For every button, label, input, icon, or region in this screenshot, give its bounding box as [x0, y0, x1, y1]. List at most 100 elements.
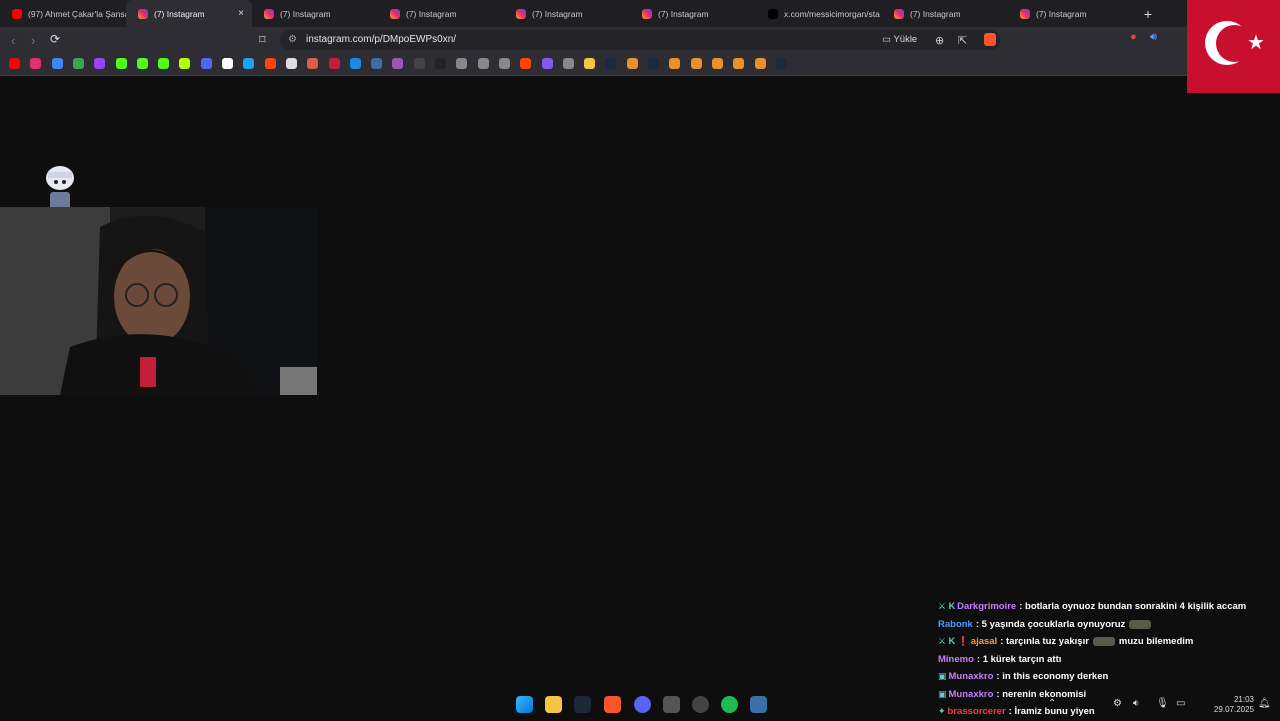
instagram-icon — [516, 8, 526, 19]
bookmark-icon[interactable]: ⌑ — [259, 32, 266, 48]
chat-username: Minemo — [938, 653, 974, 665]
instagram-icon — [642, 8, 652, 19]
zoom-icon[interactable]: ⊕ — [935, 34, 944, 47]
file-explorer-icon[interactable] — [545, 696, 562, 713]
bookmark-favicon-icon[interactable] — [584, 58, 596, 69]
mic-icon[interactable]: 🎙︎ — [1156, 698, 1169, 709]
browser-tab[interactable]: x.com/messicimorgan/sta — [756, 0, 882, 27]
close-tab-icon[interactable]: × — [238, 8, 244, 19]
bookmark-favicon-icon[interactable] — [94, 58, 106, 69]
bookmark-favicon-icon[interactable] — [30, 58, 42, 69]
bookmark-favicon-icon[interactable] — [498, 58, 510, 69]
bookmark-favicon-icon[interactable] — [477, 58, 489, 69]
bookmark-favicon-icon[interactable] — [136, 58, 148, 69]
browser-tab[interactable]: (7) Instagram — [1008, 0, 1134, 27]
chat-badge-icon: ⚔ K ❗ — [938, 636, 969, 647]
new-tab-button[interactable]: + — [1138, 6, 1158, 22]
browser-tab[interactable]: (7) Instagram — [378, 0, 504, 27]
volume-icon[interactable]: 🔉︎ — [1133, 698, 1139, 709]
bookmark-favicon-icon[interactable] — [413, 58, 425, 69]
bookmark-favicon-icon[interactable] — [605, 58, 617, 69]
browser-tab[interactable]: (97) Ahmet Çakar'la Şansa — [0, 0, 126, 27]
bookmark-favicon-icon[interactable] — [690, 58, 702, 69]
obs-icon[interactable] — [692, 696, 709, 713]
chat-username: Munaxkro — [948, 671, 994, 683]
chat-username: Rabonk — [938, 618, 973, 630]
browser-tab[interactable]: (7) Instagram — [504, 0, 630, 27]
chat-emote-icon — [1092, 637, 1115, 647]
browser-tab[interactable]: (7) Instagram × — [126, 0, 252, 27]
bookmark-favicon-icon[interactable] — [435, 58, 446, 69]
share-icon[interactable]: ⇱ — [958, 34, 967, 47]
windows-start-icon[interactable] — [516, 696, 533, 713]
app-icon[interactable] — [663, 696, 680, 713]
bookmark-favicon-icon[interactable] — [733, 58, 745, 69]
bookmark-favicon-icon[interactable] — [264, 58, 276, 69]
chat-text: : tarçınla tuz yakışır — [1000, 636, 1089, 648]
spotify-icon[interactable] — [721, 696, 738, 713]
browser-tab[interactable]: (7) Instagram — [882, 0, 1008, 27]
audio-icon[interactable]: 🔊︎ — [1150, 31, 1157, 44]
bookmark-favicon-icon[interactable] — [349, 58, 361, 69]
bookmark-favicon-icon[interactable] — [222, 58, 233, 69]
install-button[interactable]: ▭ Yükle — [882, 34, 917, 45]
bookmark-favicon-icon[interactable] — [158, 58, 170, 69]
bookmark-favicon-icon[interactable] — [392, 58, 404, 69]
bookmark-favicon-icon[interactable] — [243, 58, 255, 69]
bookmark-favicon-icon[interactable] — [541, 58, 553, 69]
extension-icon[interactable]: ● — [1130, 31, 1137, 43]
brave-browser-icon[interactable] — [604, 696, 621, 713]
star-icon: ★ — [1247, 32, 1265, 54]
instagram-icon — [894, 8, 904, 19]
bookmark-favicon-icon[interactable] — [754, 58, 766, 69]
bookmark-favicon-icon[interactable] — [115, 58, 127, 69]
address-bar[interactable]: ⚙ instagram.com/p/DMpoEWPs0xn/ ▭ Yükle ⊕… — [280, 30, 1000, 50]
discord-icon[interactable] — [634, 696, 651, 713]
bookmark-favicon-icon[interactable] — [179, 58, 191, 69]
bookmark-favicon-icon[interactable] — [562, 58, 574, 69]
chat-text: : 5 yaşında çocuklarla oynuyoruz — [975, 618, 1126, 630]
clock-time: 21:03 — [1233, 695, 1254, 704]
youtube-icon — [12, 8, 22, 19]
tray-icon-1[interactable]: ⚙ — [1113, 698, 1122, 709]
brave-shields-icon[interactable] — [984, 33, 996, 46]
bookmark-favicon-icon[interactable] — [626, 58, 638, 69]
system-clock[interactable]: 21:03 29.07.2025 — [1212, 695, 1254, 715]
network-icon[interactable]: ▭ — [1176, 698, 1185, 709]
bookmark-favicon-icon[interactable] — [72, 58, 84, 69]
tab-title: (7) Instagram — [154, 8, 205, 19]
bookmark-favicon-icon[interactable] — [669, 58, 681, 69]
site-info-icon[interactable]: ⚙ — [288, 34, 297, 45]
tab-title: (7) Instagram — [280, 8, 331, 19]
bookmark-favicon-icon[interactable] — [9, 58, 20, 69]
forward-icon[interactable]: › — [31, 33, 35, 48]
back-icon[interactable]: ‹ — [11, 33, 15, 48]
steam-icon[interactable] — [574, 696, 591, 713]
bookmark-favicon-icon[interactable] — [648, 58, 659, 69]
chat-text: : in this economy derken — [996, 671, 1109, 683]
bookmark-favicon-icon[interactable] — [711, 58, 723, 69]
url-text[interactable]: instagram.com/p/DMpoEWPs0xn/ — [306, 34, 456, 45]
instagram-icon — [390, 8, 400, 19]
app2-icon[interactable] — [750, 696, 767, 713]
chat-message: ⚔ K ❗ ajasal: tarçınla tuz yakışır muzu bi… — [938, 633, 1278, 651]
bookmark-favicon-icon[interactable] — [328, 58, 340, 69]
bookmark-favicon-icon[interactable] — [456, 58, 468, 69]
chat-badge-icon: ▣ — [938, 671, 947, 682]
tray-expand-icon[interactable]: ⌃ — [1048, 698, 1056, 709]
browser-tab[interactable]: (7) Instagram — [630, 0, 756, 27]
clock-date: 29.07.2025 — [1213, 705, 1254, 714]
tab-title: (7) Instagram — [658, 8, 709, 19]
browser-tab[interactable]: (7) Instagram — [252, 0, 378, 27]
bookmark-favicon-icon[interactable] — [285, 58, 297, 69]
reload-icon[interactable]: ⟳ — [50, 32, 60, 46]
bookmark-favicon-icon[interactable] — [371, 58, 383, 69]
bookmark-favicon-icon[interactable] — [307, 58, 319, 69]
bookmark-favicon-icon[interactable] — [51, 58, 63, 69]
bookmark-favicon-icon[interactable] — [200, 58, 212, 69]
notification-icon[interactable]: 🔔︎ — [1258, 698, 1271, 709]
chat-message: ⚔ K Darkgrimoire: botlarla oynuoz bundan … — [938, 598, 1278, 616]
tab-title: (7) Instagram — [1036, 8, 1087, 19]
bookmark-favicon-icon[interactable] — [775, 58, 787, 69]
bookmark-favicon-icon[interactable] — [520, 58, 532, 69]
